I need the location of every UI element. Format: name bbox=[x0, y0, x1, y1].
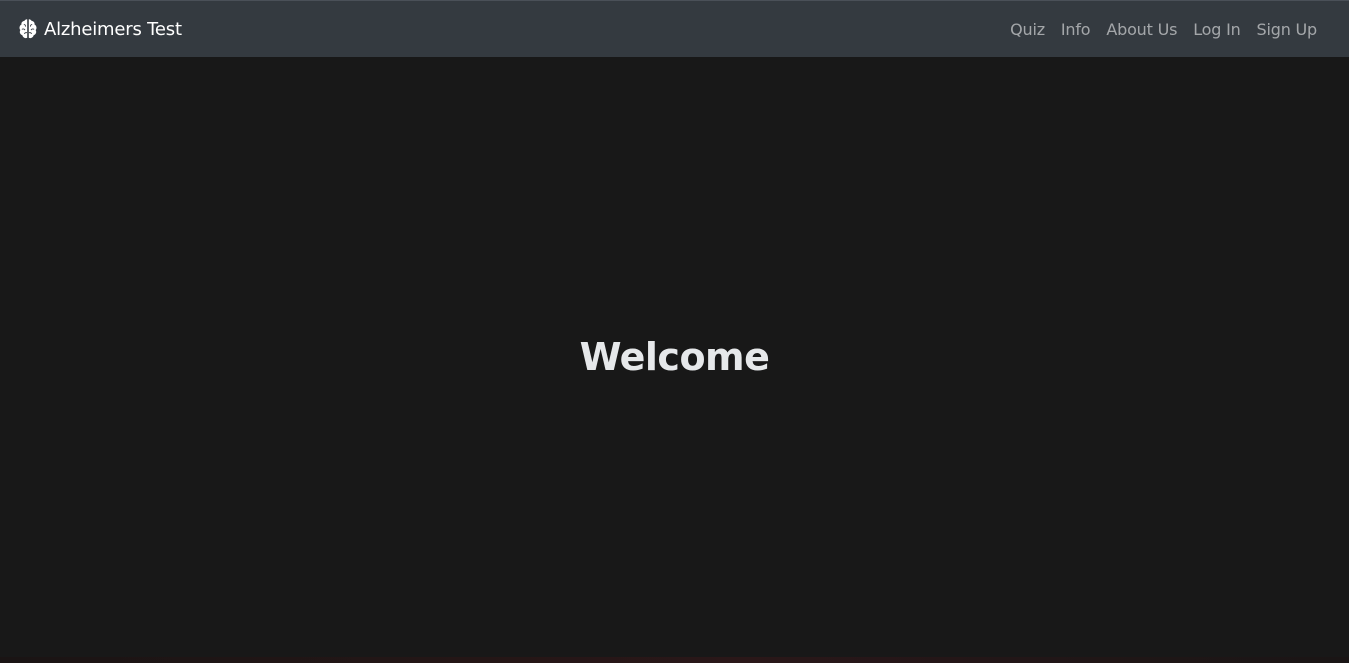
hero-section: Welcome bbox=[0, 57, 1349, 657]
brain-icon bbox=[16, 17, 40, 41]
brand-link[interactable]: Alzheimers Test bbox=[16, 17, 182, 41]
nav-link-quiz[interactable]: Quiz bbox=[1002, 12, 1053, 47]
nav-link-about-us[interactable]: About Us bbox=[1098, 12, 1185, 47]
nav-link-info[interactable]: Info bbox=[1053, 12, 1098, 47]
page-title: Welcome bbox=[579, 335, 770, 379]
bottom-background-strip bbox=[0, 657, 1349, 663]
nav-link-sign-up[interactable]: Sign Up bbox=[1249, 12, 1325, 47]
top-navbar: Alzheimers Test Quiz Info About Us Log I… bbox=[0, 0, 1349, 57]
brand-label: Alzheimers Test bbox=[44, 18, 182, 40]
nav-link-log-in[interactable]: Log In bbox=[1185, 12, 1248, 47]
nav-links: Quiz Info About Us Log In Sign Up bbox=[1002, 12, 1325, 47]
